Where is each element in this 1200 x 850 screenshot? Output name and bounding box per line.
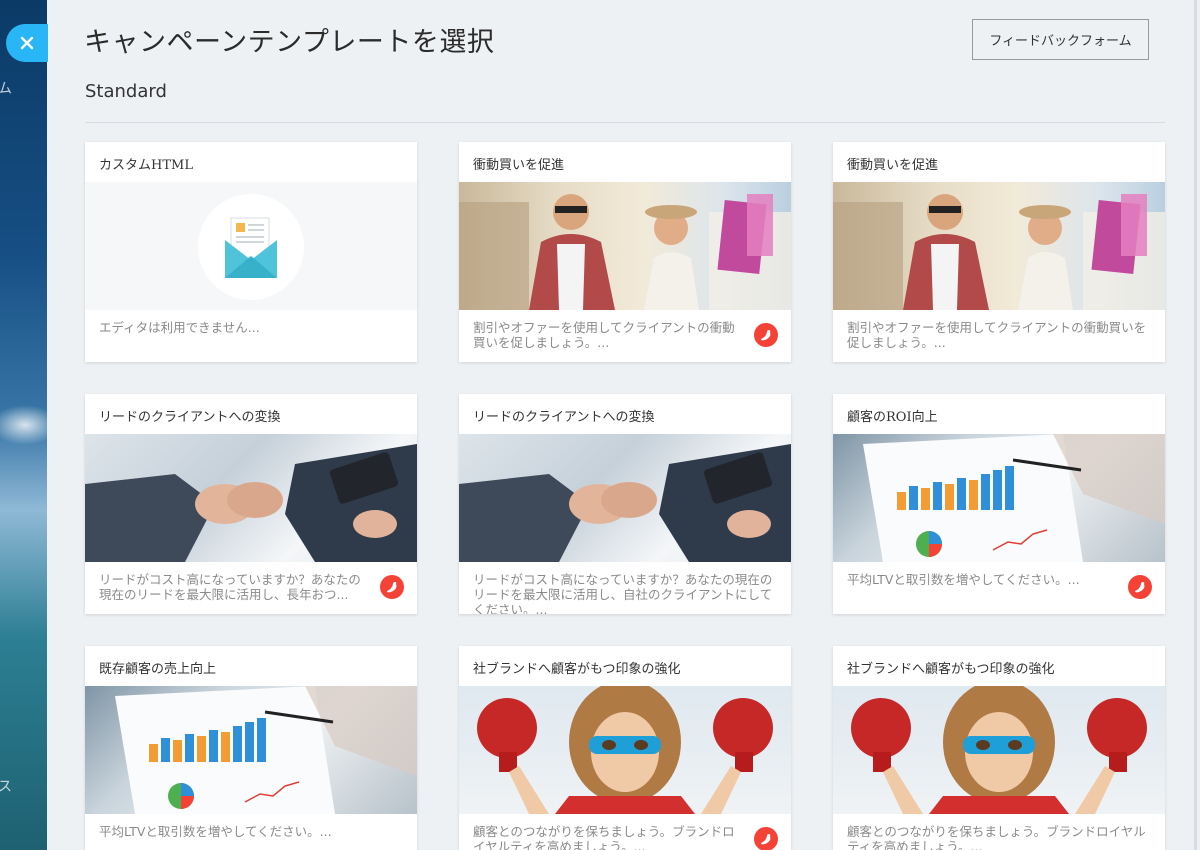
card-title: 社ブランドへ顧客がもつ印象の強化 xyxy=(847,662,1055,677)
template-picker-panel: キャンペーンテンプレートを選択 フィードバックフォーム Standard カスタ… xyxy=(47,0,1197,850)
chili-pepper-icon xyxy=(387,582,397,593)
card-title: 既存顧客の売上向上 xyxy=(99,662,217,677)
card-title: 社ブランドへ顧客がもつ印象の強化 xyxy=(473,662,681,677)
template-card-impulse-buy[interactable]: 衝動買いを促進 割引やオファーを使用してクライアントの衝動買いを促しましょう。.… xyxy=(459,142,791,362)
template-card-custom-html[interactable]: カスタムHTML エディタは利用できません... xyxy=(85,142,417,362)
shopping-couple-image xyxy=(459,182,791,310)
card-description: 顧客とのつながりを保ちましょう。ブランドロイヤルティを高めましょう。... xyxy=(847,824,1146,850)
card-title: リードのクライアントへの変換 xyxy=(99,410,281,425)
card-description: リードがコスト高になっていますか？あなたの現在のリードを最大限に活用し、自社のク… xyxy=(473,572,773,614)
template-card-brand-impression[interactable]: 社ブランドへ顧客がもつ印象の強化 顧客とのつながりを保ちましょう。ブランドロイヤ… xyxy=(459,646,791,850)
handshake-image xyxy=(85,434,417,562)
card-title: 衝動買いを促進 xyxy=(847,158,939,173)
section-divider xyxy=(85,122,1165,123)
chili-pepper-icon xyxy=(761,834,771,845)
close-button[interactable] xyxy=(6,24,48,62)
section-title: Standard xyxy=(85,81,167,102)
template-card-lead-conversion[interactable]: リードのクライアントへの変換 リードがコスト高になっていますか？あなたの現在のリ… xyxy=(459,394,791,614)
chart-paper-image xyxy=(833,434,1165,562)
premium-badge xyxy=(754,323,778,347)
chili-pepper-icon xyxy=(1135,582,1145,593)
premium-badge xyxy=(1128,575,1152,599)
chart-paper-image xyxy=(85,686,417,814)
card-description: 顧客とのつながりを保ちましょう。ブランドロイヤルティを高めましょう。... xyxy=(473,824,735,850)
page-title: キャンペーンテンプレートを選択 xyxy=(84,27,495,58)
html-envelope-icon xyxy=(85,182,417,310)
template-card-customer-roi[interactable]: 顧客のROI向上 平均LTVと取引数を増やしてください。... xyxy=(833,394,1165,614)
sidebar-label-fragment[interactable]: ム xyxy=(0,78,12,98)
card-description: 割引やオファーを使用してクライアントの衝動買いを促しましょう。... xyxy=(847,320,1147,350)
superhero-kid-image xyxy=(459,686,791,814)
sidebar-cloud xyxy=(0,405,47,445)
shopping-couple-image xyxy=(833,182,1165,310)
close-icon xyxy=(20,36,34,50)
feedback-form-button[interactable]: フィードバックフォーム xyxy=(972,19,1149,60)
card-title: リードのクライアントへの変換 xyxy=(473,410,655,425)
envelope-icon xyxy=(225,217,277,278)
card-title: カスタムHTML xyxy=(99,158,193,173)
sidebar-label-fragment[interactable]: ス xyxy=(0,776,12,796)
handshake-image xyxy=(459,434,791,562)
sidebar-background: ム ス xyxy=(0,0,47,850)
scrollbar[interactable] xyxy=(1194,0,1197,850)
card-description: エディタは利用できません... xyxy=(99,320,260,335)
premium-badge xyxy=(380,575,404,599)
template-card-impulse-buy[interactable]: 衝動買いを促進 割引やオファーを使用してクライアントの衝動買いを促しましょう。.… xyxy=(833,142,1165,362)
premium-badge xyxy=(754,827,778,850)
template-card-existing-customer-sales[interactable]: 既存顧客の売上向上 平均LTVと取引数を増やしてください。... xyxy=(85,646,417,850)
card-description: 平均LTVと取引数を増やしてください。... xyxy=(847,572,1080,587)
template-card-brand-impression[interactable]: 社ブランドへ顧客がもつ印象の強化 顧客とのつながりを保ちましょう。ブランドロイヤ… xyxy=(833,646,1165,850)
card-description: 平均LTVと取引数を増やしてください。... xyxy=(99,824,332,839)
superhero-kid-image xyxy=(833,686,1165,814)
template-card-lead-conversion[interactable]: リードのクライアントへの変換 リードがコスト高になっていますか？あなたの現在のリ… xyxy=(85,394,417,614)
card-description: リードがコスト高になっていますか？あなたの現在のリードを最大限に活用し、長年おつ… xyxy=(99,572,361,602)
card-title: 衝動買いを促進 xyxy=(473,158,565,173)
card-title: 顧客のROI向上 xyxy=(847,410,938,425)
chili-pepper-icon xyxy=(761,330,771,341)
card-description: 割引やオファーを使用してクライアントの衝動買いを促しましょう。... xyxy=(473,320,735,350)
